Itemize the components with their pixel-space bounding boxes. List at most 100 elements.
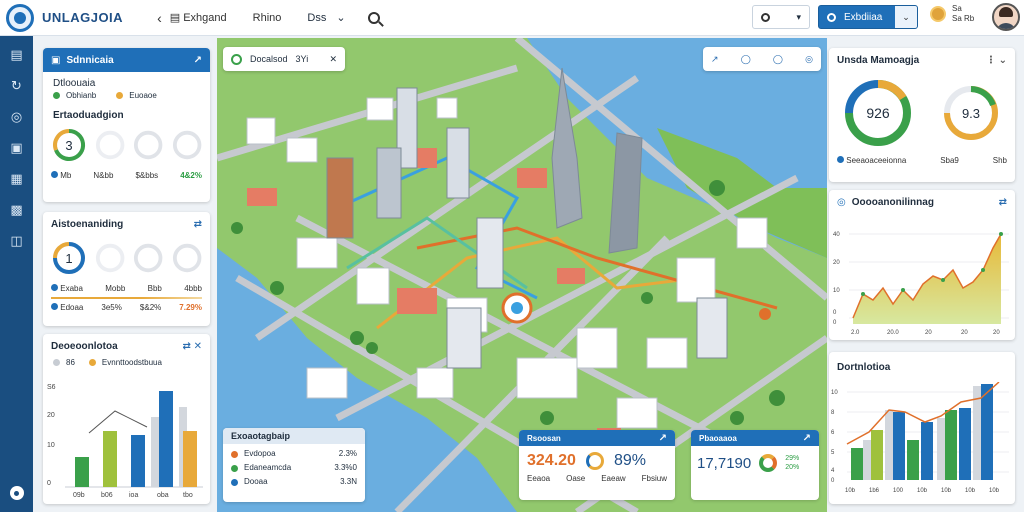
avatar[interactable] (992, 3, 1020, 31)
right-bar-chart: 10 8 6 5 4 0 10b 1b6 100 10b 10b 10b 10b (831, 381, 1009, 494)
x-tick: 1b6 (869, 488, 880, 494)
expand-icon[interactable]: ↗ (711, 54, 719, 65)
dashboard-icon (827, 12, 836, 22)
stat-item: $&2% (139, 303, 162, 312)
right-panel-3-header: Dortnlotioa (829, 352, 1015, 382)
x-tick: 2.0 (851, 330, 860, 336)
nav-link-1[interactable]: ▤ Exhgand (170, 11, 227, 24)
kpi-card-right: Pbaoaaoa ↗ 17,7190 29% 20% (691, 430, 819, 500)
stat-item: Exaba (51, 284, 83, 293)
map-chip-value: 3Yi (295, 54, 309, 64)
left-panel-1: ▣ Sdnnicaia ↗ Dtloouaia Obhianb Euoaoe E… (43, 48, 210, 202)
filter-search-icon (761, 12, 770, 22)
close-icon[interactable]: ✕ (329, 54, 337, 65)
zoom-out-icon[interactable]: ◯ (773, 54, 783, 65)
chevron-down-icon[interactable]: ⌄ (895, 6, 917, 28)
kpi-left-title: Rsoosan (527, 433, 561, 443)
expand-icon[interactable]: ↗ (659, 433, 667, 444)
legend-label: Obhianb (66, 91, 97, 100)
kpi-right-value-1: 29% (785, 455, 800, 462)
ring-value: 1 (65, 250, 73, 266)
top-header: UNLAGJOIA ‹ ▤ Exhgand Rhino Dss ⌄ ▾ Exbd… (0, 0, 1024, 36)
share-icon[interactable]: ⇄ (194, 219, 202, 230)
bar (103, 431, 117, 487)
legend-dot-icon (231, 464, 238, 472)
map-legend-title: Exoaotagbaip (223, 428, 365, 444)
app-logo-icon[interactable] (6, 3, 34, 32)
empty-ring (95, 243, 125, 273)
search-icon[interactable] (367, 11, 380, 24)
target-icon: ◎ (837, 196, 846, 208)
bar (151, 417, 159, 487)
right-area-chart: 40 20 10 0 0 2.0 20.0 20 20 20 (833, 232, 1009, 336)
y-tick: 10 (831, 390, 838, 396)
kpi-right-value-2: 20% (785, 464, 800, 471)
x-tick: 20 (993, 330, 1000, 336)
city-map[interactable]: Docalsod 3Yi ✕ ↗ ◯ ◯ ◎ Exoaotagbaip Evdo… (217, 38, 827, 512)
left-panel-3-header: Deoeoonlotoa ⇄ ✕ (43, 334, 210, 358)
calendar-icon: ▤ (169, 12, 181, 24)
legend-dot-icon (116, 92, 124, 99)
left-panel-2-title: Aistoenaniding (51, 218, 124, 230)
expand-icon[interactable]: ↗ (194, 55, 202, 66)
refresh-icon[interactable]: ↻ (9, 77, 25, 94)
left-panel-1-section-title: Ertaoduadgion (53, 110, 124, 121)
donut-icon (759, 454, 778, 472)
share-icon[interactable]: ⇄ (999, 197, 1007, 208)
ring-value: 926 (866, 105, 890, 121)
right-panel-1-header: Unsda Mamoagja ⋮ ⌄ (829, 48, 1015, 72)
big-ring-1: 926 (843, 78, 913, 148)
map-legend-value: 2.3% (338, 449, 357, 458)
map-legend-label: Evdopoa (244, 449, 276, 458)
user-line-2: Sa Rb (952, 14, 975, 23)
chevron-down-icon: ⌄ (336, 12, 346, 24)
report-icon[interactable]: ▩ (9, 201, 25, 218)
x-tick: oba (157, 492, 169, 499)
big-ring-2: 9.3 (941, 83, 1001, 143)
locate-icon[interactable]: ◎ (805, 54, 813, 65)
x-tick: 100 (893, 488, 904, 494)
grid-icon[interactable]: ▦ (9, 170, 25, 187)
map-legend-value: 3.3%0 (334, 463, 357, 472)
user-info[interactable]: Sa Sa Rb (930, 4, 974, 24)
ring-value: 3 (65, 137, 73, 153)
legend-label: 86 (66, 358, 75, 367)
stat-item: Mb (51, 171, 71, 180)
stat-item: Sba9 (940, 156, 959, 165)
share-icon[interactable]: ⇄ ✕ (182, 341, 202, 352)
y-tick: 10 (47, 442, 55, 449)
zoom-in-icon[interactable]: ◯ (741, 54, 751, 65)
globe-icon[interactable]: ◎ (9, 108, 25, 125)
panel-icon[interactable]: ▤ (9, 46, 25, 63)
chart-icon[interactable]: ▣ (9, 139, 25, 156)
legend-dot-icon (53, 359, 60, 366)
x-tick: 20.0 (887, 330, 899, 336)
legend-label: Evnnttoodstbuua (101, 358, 162, 367)
settings-icon[interactable] (9, 486, 24, 500)
user-badge-icon (930, 6, 946, 22)
nav-select[interactable]: Dss ⌄ (307, 11, 346, 25)
expand-icon[interactable]: ↗ (803, 433, 811, 444)
kpi-left-label: Eaeaw (601, 474, 626, 483)
bar (159, 391, 173, 487)
left-panel-3-title: Deoeoonlotoa (51, 340, 118, 352)
stat-item: Seeaoaceeionna (837, 156, 906, 165)
menu-icon[interactable]: ⋮ ⌄ (986, 55, 1007, 66)
nav-link-2[interactable]: Rhino (253, 12, 282, 24)
empty-ring (172, 243, 202, 273)
legend-dot-icon (231, 450, 238, 458)
x-tick: tbo (183, 492, 193, 499)
filter-select[interactable]: ▾ (752, 5, 810, 29)
kpi-left-label: Eeaoa (527, 474, 551, 483)
progress-ring: 1 (51, 240, 87, 276)
location-check-icon (231, 53, 242, 65)
stat-item: Mobb (105, 284, 126, 293)
layers-icon[interactable]: ◫ (9, 232, 25, 249)
kpi-left-label: Fbsiuw (641, 474, 667, 483)
map-toolbar[interactable]: ↗ ◯ ◯ ◎ (703, 47, 821, 71)
left-panel-1-header: ▣ Sdnnicaia ↗ (43, 48, 210, 72)
map-legend-label: Dooaa (244, 477, 268, 486)
dashboard-button[interactable]: Exbdiiaa ⌄ (818, 5, 918, 29)
map-location-chip[interactable]: Docalsod 3Yi ✕ (223, 47, 345, 71)
back-arrow-icon[interactable]: ‹ (157, 10, 162, 26)
